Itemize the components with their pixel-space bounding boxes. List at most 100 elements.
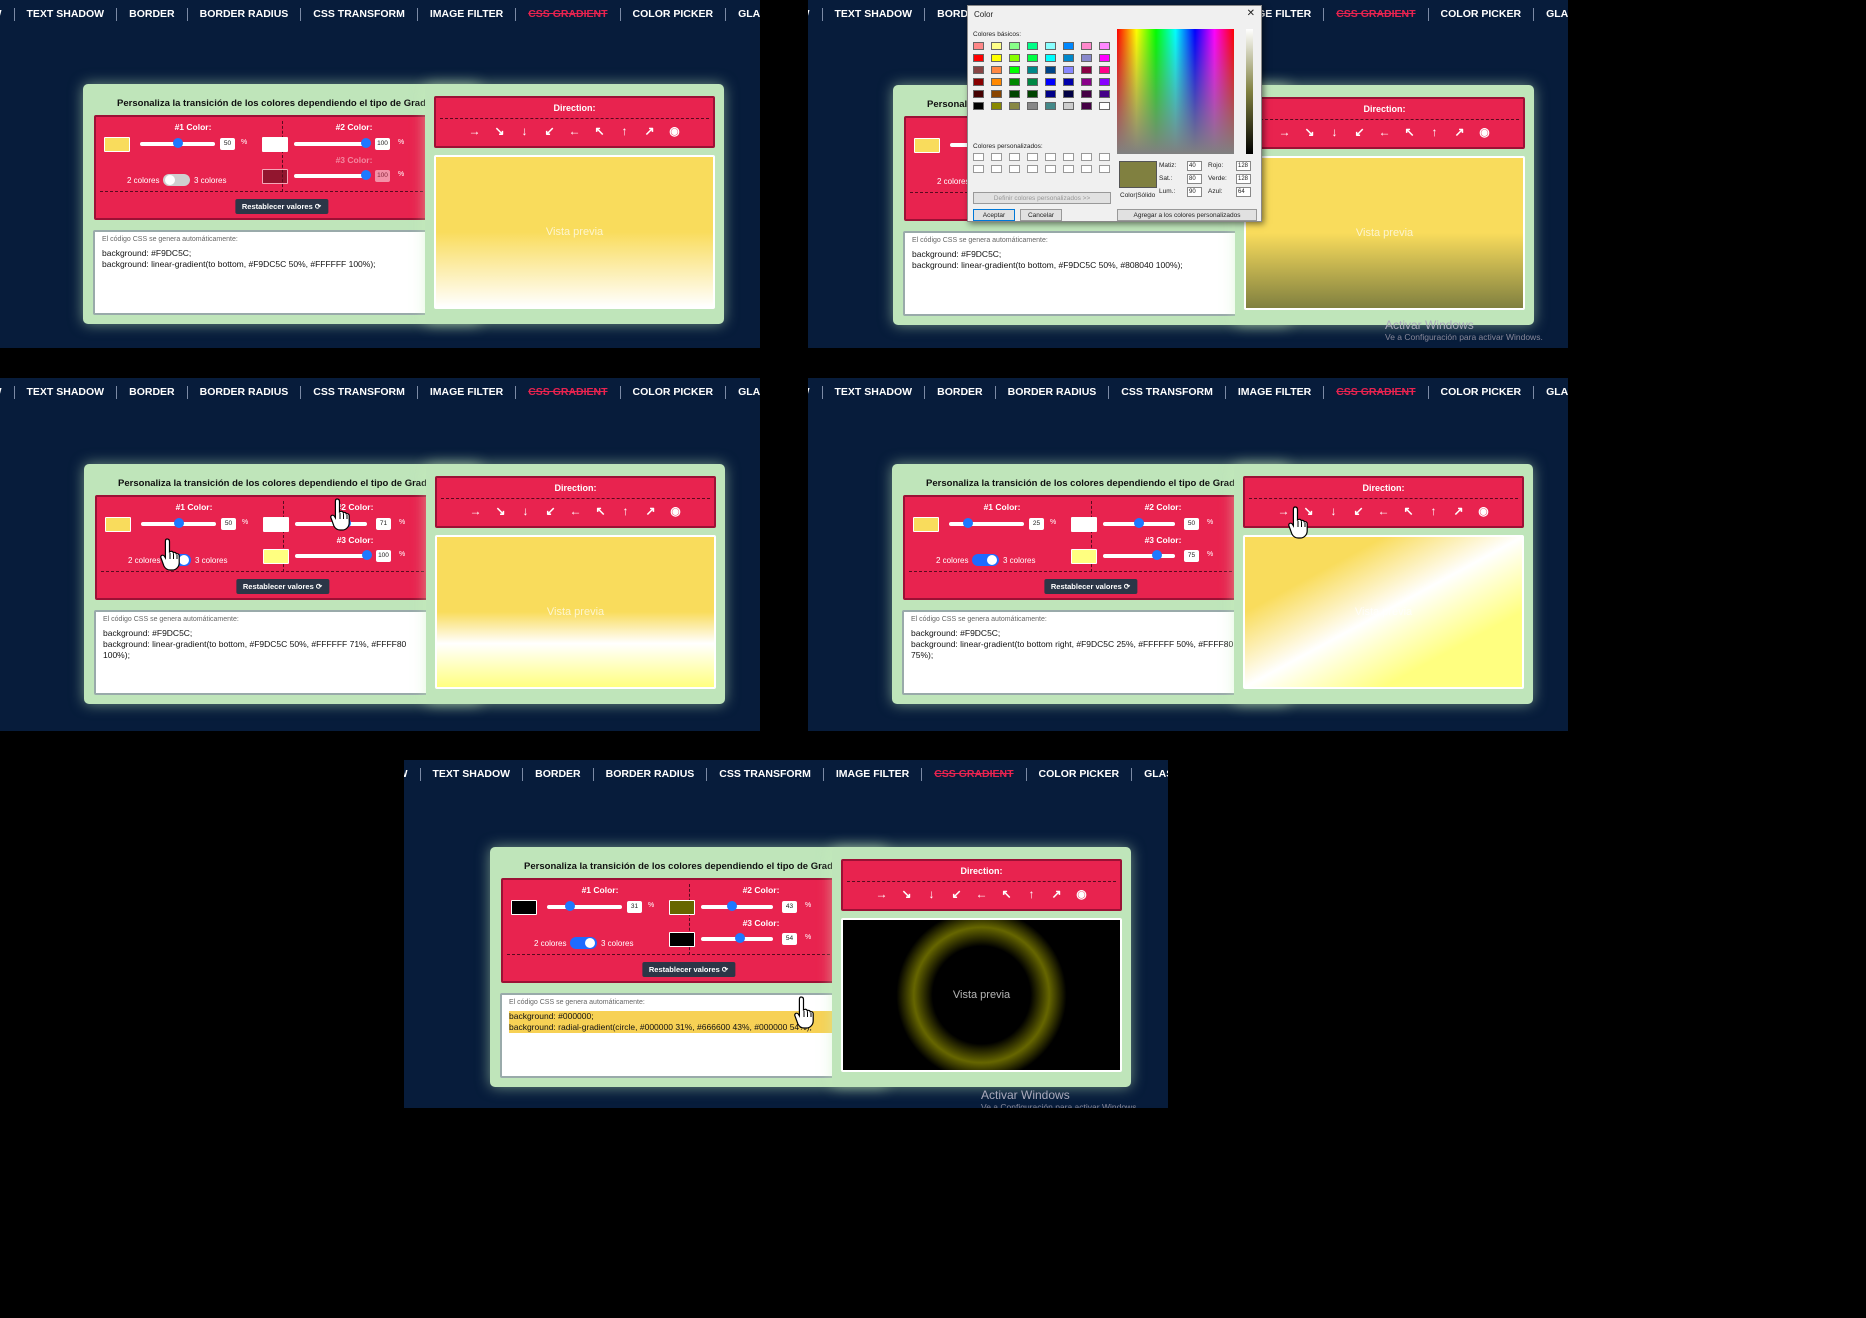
arrow-up-left-icon[interactable]: ↖ — [1396, 504, 1421, 518]
arrow-down-left-icon[interactable]: ↙ — [1346, 504, 1371, 518]
nav-item[interactable]: BOX SHADOW — [0, 8, 14, 21]
blue-field[interactable]: 64 — [1236, 187, 1251, 197]
nav-item[interactable]: BORDER — [522, 767, 593, 781]
color-cell[interactable] — [991, 78, 1002, 86]
nav-item[interactable]: IMAGE FILTER — [822, 767, 921, 781]
color2-slider[interactable] — [295, 518, 367, 528]
arrow-up-right-icon[interactable]: ↗ — [1447, 125, 1472, 139]
arrow-up-left-icon[interactable]: ↖ — [994, 887, 1019, 901]
color-cell[interactable] — [1009, 90, 1020, 98]
nav-item[interactable]: IMAGE FILTER — [416, 385, 515, 399]
color2-stop[interactable]: 71 — [376, 518, 391, 530]
color-cell[interactable] — [1099, 90, 1110, 98]
color-cell[interactable] — [973, 78, 984, 86]
slider-knob[interactable] — [361, 138, 371, 148]
color-cell[interactable] — [1081, 66, 1092, 74]
color-cell[interactable] — [1027, 54, 1038, 62]
arrow-left-icon[interactable]: ← — [562, 124, 587, 138]
slider-knob[interactable] — [1152, 550, 1162, 560]
slider-knob[interactable] — [734, 933, 745, 943]
color-cell[interactable] — [973, 90, 984, 98]
arrow-right-icon[interactable]: → — [869, 887, 894, 901]
nav-item[interactable]: CSS TRANSFORM — [706, 767, 823, 781]
css-code-box[interactable]: El código CSS se genera automáticamente:… — [902, 610, 1247, 695]
color2-slider[interactable] — [294, 138, 371, 148]
custom-color-cell[interactable] — [1009, 153, 1020, 161]
color2-swatch[interactable] — [669, 900, 695, 915]
color1-swatch[interactable] — [104, 137, 130, 152]
nav-item[interactable]: BORDER RADIUS — [994, 385, 1109, 399]
color-cell[interactable] — [1027, 42, 1038, 50]
custom-color-cell[interactable] — [1063, 165, 1074, 173]
color-cell[interactable] — [1027, 66, 1038, 74]
color3-stop[interactable]: 54 — [782, 933, 797, 945]
nav-item[interactable]: BORDER RADIUS — [186, 385, 301, 399]
color2-swatch[interactable] — [1071, 517, 1097, 532]
arrow-down-right-icon[interactable]: ↘ — [1296, 504, 1321, 518]
radial-icon[interactable]: ◉ — [1471, 504, 1496, 518]
color-cell[interactable] — [1063, 66, 1074, 74]
arrow-up-right-icon[interactable]: ↗ — [1446, 504, 1471, 518]
nav-item[interactable]: CSS GRADIENT — [921, 767, 1025, 781]
toggle-knob[interactable] — [585, 938, 595, 948]
arrow-down-left-icon[interactable]: ↙ — [538, 504, 563, 518]
arrow-down-left-icon[interactable]: ↙ — [1347, 125, 1372, 139]
arrow-down-icon[interactable]: ↓ — [1321, 504, 1346, 518]
nav-item[interactable]: TEXT SHADOW — [821, 385, 925, 399]
custom-color-cell[interactable] — [1045, 153, 1056, 161]
nav-item[interactable]: COLOR PICKER — [1427, 7, 1534, 21]
slider-knob[interactable] — [565, 901, 576, 911]
color-cell[interactable] — [1027, 78, 1038, 86]
nav-item[interactable]: BORDER — [116, 7, 187, 21]
toggle-knob[interactable] — [165, 175, 175, 185]
custom-color-cell[interactable] — [1009, 165, 1020, 173]
custom-color-cell[interactable] — [1027, 165, 1038, 173]
color-cell[interactable] — [1045, 78, 1056, 86]
color-cell[interactable] — [1009, 66, 1020, 74]
color-cell[interactable] — [1027, 102, 1038, 110]
color1-stop[interactable]: 31 — [627, 901, 642, 913]
color1-swatch[interactable] — [914, 138, 940, 153]
color-cell[interactable] — [973, 66, 984, 74]
arrow-right-icon[interactable]: → — [1272, 125, 1297, 139]
nav-item[interactable]: TEXT SHADOW — [821, 7, 925, 21]
nav-item[interactable]: GLASSMORPHISM — [1533, 385, 1568, 399]
custom-color-cell[interactable] — [1081, 153, 1092, 161]
slider-knob[interactable] — [726, 901, 737, 911]
toggle-knob[interactable] — [179, 555, 189, 565]
color3-slider[interactable] — [701, 933, 773, 943]
color-cell[interactable] — [1063, 78, 1074, 86]
arrow-up-left-icon[interactable]: ↖ — [588, 504, 613, 518]
color-cell[interactable] — [991, 54, 1002, 62]
custom-color-cell[interactable] — [1099, 153, 1110, 161]
color-cell[interactable] — [991, 42, 1002, 50]
color-cell[interactable] — [1045, 90, 1056, 98]
arrow-up-right-icon[interactable]: ↗ — [637, 124, 662, 138]
arrow-down-left-icon[interactable]: ↙ — [537, 124, 562, 138]
color-cell[interactable] — [1081, 42, 1092, 50]
nav-item[interactable]: BOX SHADOW — [0, 386, 14, 399]
color3-slider[interactable] — [294, 170, 371, 180]
close-icon[interactable]: ✕ — [1247, 8, 1255, 19]
color3-stop[interactable]: 75 — [1184, 550, 1199, 562]
nav-item[interactable]: BORDER RADIUS — [592, 767, 707, 781]
arrow-right-icon[interactable]: → — [1271, 504, 1296, 518]
colors-toggle[interactable] — [972, 554, 999, 566]
css-code-box[interactable]: El código CSS se genera automáticamente:… — [94, 610, 439, 695]
color-cell[interactable] — [1009, 78, 1020, 86]
arrow-down-left-icon[interactable]: ↙ — [944, 887, 969, 901]
nav-item[interactable]: GLASSMORPHISM — [1533, 7, 1568, 21]
color-cell[interactable] — [1063, 42, 1074, 50]
css-code-box[interactable]: El código CSS se genera automáticamente:… — [93, 230, 438, 315]
color-cell[interactable] — [1063, 90, 1074, 98]
color1-stop[interactable]: 25 — [1029, 518, 1044, 530]
arrow-down-right-icon[interactable]: ↘ — [894, 887, 919, 901]
color-cell[interactable] — [1081, 78, 1092, 86]
color-cell[interactable] — [973, 42, 984, 50]
arrow-left-icon[interactable]: ← — [1371, 504, 1396, 518]
custom-color-cell[interactable] — [1063, 153, 1074, 161]
accept-button[interactable]: Aceptar — [973, 209, 1015, 221]
arrow-down-right-icon[interactable]: ↘ — [488, 504, 513, 518]
color3-stop[interactable]: 100 — [376, 550, 391, 562]
color-cell[interactable] — [1063, 54, 1074, 62]
